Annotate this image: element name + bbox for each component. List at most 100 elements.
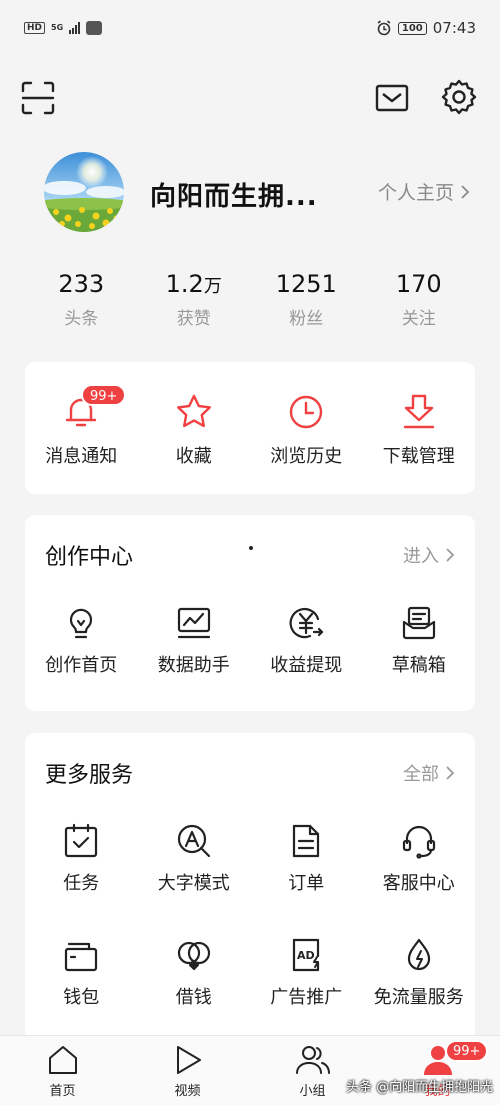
- group-icon: [295, 1044, 331, 1076]
- notification-badge: 99+: [81, 384, 127, 406]
- downloads-button[interactable]: 下载管理: [363, 362, 476, 494]
- tab-group-label: 小组: [299, 1084, 326, 1099]
- more-services-title: 更多服务: [45, 763, 134, 788]
- settings-gear-icon[interactable]: [440, 78, 478, 116]
- status-time: 07:43: [432, 19, 476, 37]
- ad-promotion-button[interactable]: AD 广告推广: [250, 937, 363, 1009]
- chevron-right-icon: [460, 184, 470, 200]
- large-font-mode-button[interactable]: 大字模式: [138, 823, 251, 895]
- star-icon: [174, 392, 214, 432]
- data-free-service-button[interactable]: 免流量服务: [363, 937, 476, 1009]
- stat-value: 233: [58, 270, 105, 298]
- tab-video-label: 视频: [174, 1084, 201, 1099]
- history-label: 浏览历史: [270, 446, 343, 467]
- loan-label: 借钱: [175, 987, 212, 1008]
- orders-button[interactable]: 订单: [250, 823, 363, 895]
- lightbulb-icon: [63, 605, 99, 641]
- earnings-withdraw-button[interactable]: 收益提现: [250, 605, 363, 677]
- data-free-icon: [401, 937, 437, 973]
- earnings-withdraw-label: 收益提现: [270, 655, 343, 676]
- play-icon: [172, 1044, 204, 1076]
- creator-home-label: 创作首页: [45, 655, 118, 676]
- large-font-icon: [176, 823, 212, 859]
- draft-box-icon: [401, 605, 437, 641]
- home-icon: [47, 1044, 79, 1076]
- notifications-label: 消息通知: [45, 446, 118, 467]
- customer-service-button[interactable]: 客服中心: [363, 823, 476, 895]
- enter-label: 进入: [403, 546, 439, 567]
- stat-value: 170: [395, 270, 442, 298]
- svg-text:AD: AD: [297, 949, 315, 962]
- status-bar: HD 5G 100 07:43: [0, 0, 500, 56]
- hd-indicator: HD: [24, 22, 46, 34]
- stat-likes[interactable]: 1.2万 获赞: [138, 268, 251, 338]
- creator-center-header: 创作中心 进入: [25, 539, 475, 575]
- more-services-header: 更多服务 全部: [25, 757, 475, 793]
- tab-video[interactable]: 视频: [125, 1036, 250, 1105]
- favorites-button[interactable]: 收藏: [138, 362, 251, 494]
- favorites-label: 收藏: [175, 446, 212, 467]
- tab-home[interactable]: 首页: [0, 1036, 125, 1105]
- wallet-button[interactable]: 钱包: [25, 937, 138, 1009]
- battery-indicator: 100: [397, 21, 427, 35]
- profile-header: 向阳而生拥... 个人主页: [0, 150, 500, 240]
- personal-homepage-link[interactable]: 个人主页: [378, 178, 470, 205]
- download-icon: [399, 392, 439, 432]
- tasks-button[interactable]: 任务: [25, 823, 138, 895]
- chevron-right-icon: [445, 765, 455, 781]
- mine-badge: 99+: [445, 1040, 489, 1062]
- more-services-row-1: 任务 大字模式 订单 客服中心: [25, 823, 475, 895]
- loan-icon: [176, 937, 212, 973]
- watermark: 头条 @向阳而生拥抱阳光: [346, 1080, 494, 1095]
- data-assistant-button[interactable]: 数据助手: [138, 605, 251, 677]
- order-doc-icon: [288, 823, 324, 859]
- notifications-button[interactable]: 99+ 消息通知: [25, 362, 138, 494]
- status-bar-left: HD 5G: [24, 21, 103, 35]
- orders-label: 订单: [288, 873, 325, 894]
- headset-icon: [401, 823, 437, 859]
- alarm-icon: [376, 20, 392, 36]
- large-font-mode-label: 大字模式: [157, 873, 230, 894]
- history-button[interactable]: 浏览历史: [250, 362, 363, 494]
- avatar[interactable]: [44, 152, 124, 232]
- more-services-row-2: 钱包 借钱 AD 广告推广 免流量服务: [25, 937, 475, 1009]
- downloads-label: 下载管理: [382, 446, 455, 467]
- scan-icon[interactable]: [20, 80, 56, 116]
- wallet-label: 钱包: [63, 987, 100, 1008]
- chart-monitor-icon: [176, 605, 212, 641]
- tasks-label: 任务: [63, 873, 100, 894]
- drafts-label: 草稿箱: [391, 655, 446, 676]
- customer-service-label: 客服中心: [382, 873, 455, 894]
- username[interactable]: 向阳而生拥...: [150, 176, 318, 213]
- stat-value: 1.2万: [165, 270, 222, 298]
- stat-label: 关注: [401, 309, 436, 329]
- creator-center-enter-link[interactable]: 进入: [403, 542, 455, 568]
- ad-promotion-label: 广告推广: [270, 987, 343, 1008]
- data-free-service-label: 免流量服务: [373, 987, 464, 1008]
- quick-actions-card: 99+ 消息通知 收藏 浏览历史 下载管理: [25, 362, 475, 494]
- more-services-card: 更多服务 全部 任务 大字模式 订单 客服中心 钱包 借钱 AD 广告推广 免流…: [25, 733, 475, 1043]
- creator-center-grid: 创作首页 数据助手 收益提现 草稿箱: [25, 605, 475, 677]
- stat-following[interactable]: 170 关注: [363, 268, 476, 338]
- chevron-right-icon: [445, 547, 455, 563]
- yuan-icon: [288, 605, 324, 641]
- drafts-button[interactable]: 草稿箱: [363, 605, 476, 677]
- message-notification-icon: [86, 21, 103, 35]
- data-assistant-label: 数据助手: [157, 655, 230, 676]
- stat-value: 1251: [275, 270, 337, 298]
- more-services-all-link[interactable]: 全部: [403, 760, 455, 786]
- mail-icon[interactable]: [374, 80, 410, 116]
- stat-label: 获赞: [176, 309, 211, 329]
- stat-label: 粉丝: [289, 309, 324, 329]
- loan-button[interactable]: 借钱: [138, 937, 251, 1009]
- ad-icon: AD: [288, 937, 324, 973]
- creator-center-card: 创作中心 进入 创作首页 数据助手 收益提现 草稿箱: [25, 515, 475, 711]
- personal-homepage-label: 个人主页: [377, 182, 454, 204]
- stat-label: 头条: [64, 309, 99, 329]
- stray-dot: [249, 546, 253, 550]
- stat-followers[interactable]: 1251 粉丝: [250, 268, 363, 338]
- stat-headlines[interactable]: 233 头条: [25, 268, 138, 338]
- creator-home-button[interactable]: 创作首页: [25, 605, 138, 677]
- signal-icon: [69, 22, 81, 34]
- tab-home-label: 首页: [49, 1084, 76, 1099]
